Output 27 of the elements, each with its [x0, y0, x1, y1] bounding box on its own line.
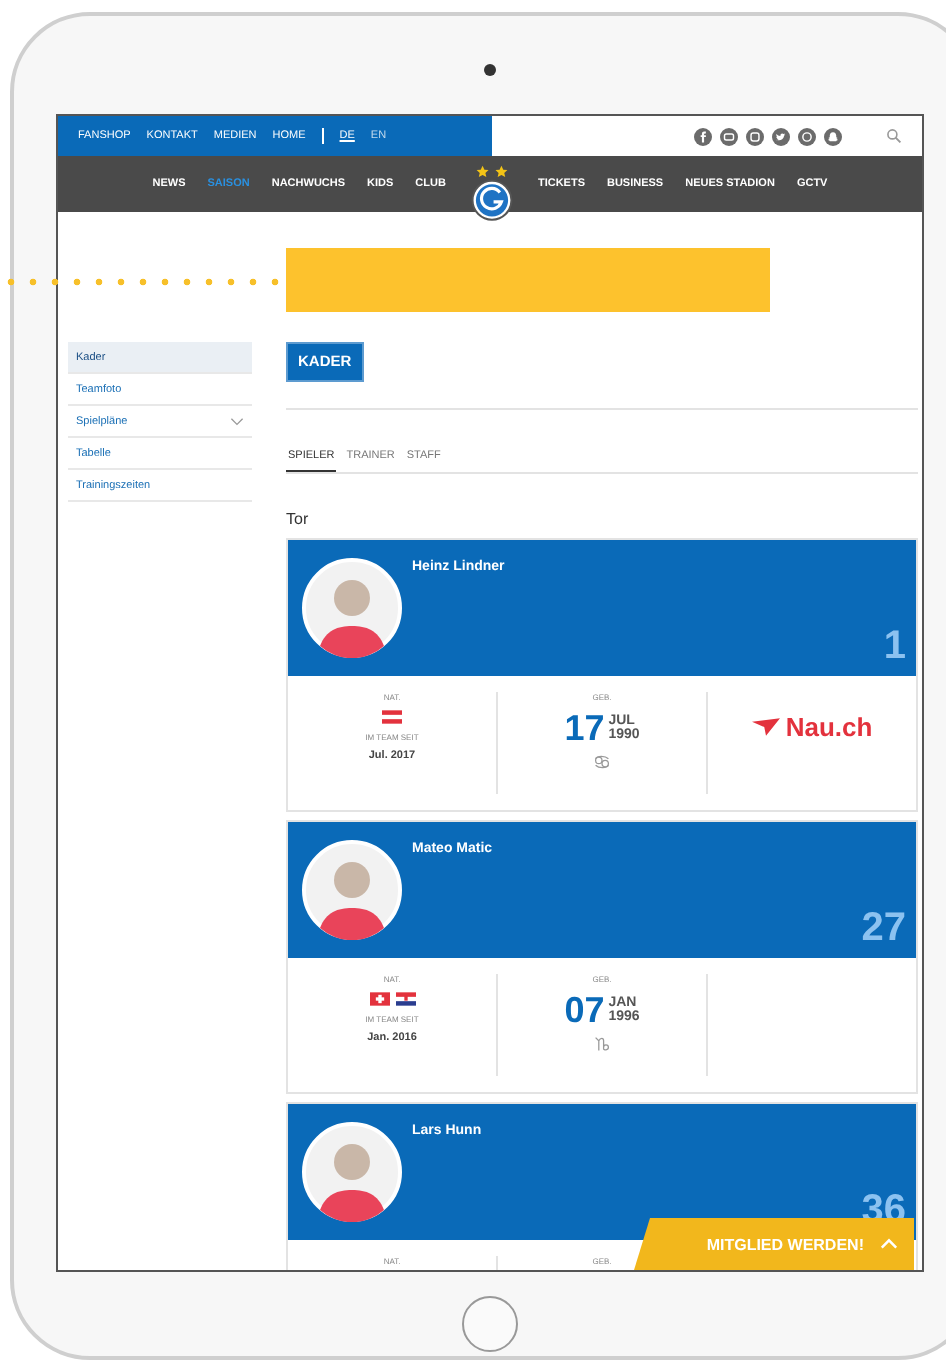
- flag-icon: [382, 710, 402, 724]
- social-icon[interactable]: [798, 127, 816, 145]
- player-avatar: [302, 558, 402, 658]
- social-icon[interactable]: [720, 127, 738, 145]
- section-heading: Tor: [286, 510, 309, 528]
- sponsor-name: Nau.ch: [785, 712, 873, 742]
- flag-icon: [369, 992, 389, 1006]
- zodiac-icon: [592, 1036, 612, 1052]
- flag-icon: [395, 992, 415, 1006]
- camera-icon: [484, 64, 496, 76]
- social-icon[interactable]: [824, 127, 842, 145]
- birth-day: 07: [564, 992, 605, 1028]
- shirt-number: 27: [861, 906, 906, 952]
- birth-day: 17: [564, 710, 605, 746]
- social-icon[interactable]: [746, 127, 764, 145]
- home-button[interactable]: [462, 1296, 518, 1352]
- club-logo-icon[interactable]: [469, 164, 514, 224]
- paper-plane-icon: [751, 718, 780, 736]
- zodiac-icon: [592, 754, 612, 770]
- player-avatar: [302, 1122, 402, 1222]
- sponsor-logo[interactable]: Nau.ch: [751, 712, 873, 742]
- chevron-up-icon: [880, 1238, 898, 1250]
- search-icon[interactable]: [886, 128, 902, 144]
- player-avatar: [302, 840, 402, 940]
- shirt-number: 1: [883, 624, 906, 670]
- social-icon[interactable]: [772, 127, 790, 145]
- social-icon[interactable]: [694, 127, 712, 145]
